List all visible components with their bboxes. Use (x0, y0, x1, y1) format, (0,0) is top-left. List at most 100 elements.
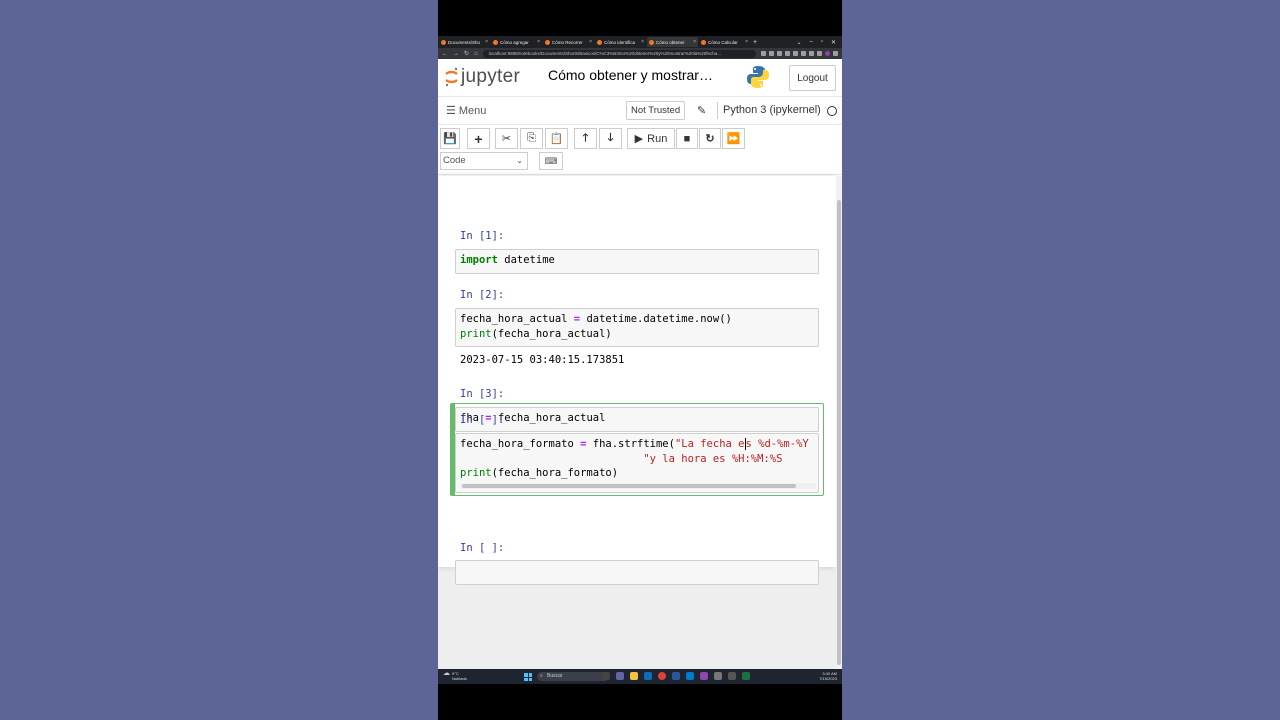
kernel-status-indicator (827, 106, 837, 116)
hamburger-icon: ☰ (446, 105, 456, 117)
sidebar-icon[interactable] (817, 51, 822, 56)
kernel-name[interactable]: Python 3 (ipykernel) (723, 104, 821, 116)
jupyter-logo[interactable]: jupyter (444, 66, 520, 88)
arrow-down-icon: 🡓 (607, 132, 614, 144)
vertical-scrollbar[interactable] (836, 176, 842, 669)
home-icon[interactable]: ⌂ (474, 51, 478, 57)
file-explorer-icon[interactable] (630, 672, 638, 680)
interrupt-button[interactable]: ■ (676, 128, 698, 149)
run-button[interactable]: ▶ Run (627, 128, 675, 149)
notebook-toolbar: 💾 + ✂ ⎘ 📋 🡑 🡓 ▶ Run ■ ↻ ⏩ Code ⌄ ⌨ (438, 125, 842, 175)
close-tab-icon[interactable]: × (485, 39, 488, 45)
code-cell-input[interactable]: fecha_hora_formato = fha.strftime("La fe… (455, 433, 819, 493)
notebook-page: In [1]: import datetime In [2]: fecha_ho… (438, 176, 836, 585)
notebook-title[interactable]: Cómo obtener y mostrar… (548, 67, 713, 83)
paste-icon: 📋 (549, 133, 564, 145)
taskbar-clock[interactable]: 3:40 AM 7/15/2023 (819, 671, 837, 681)
cut-button[interactable]: ✂ (495, 128, 518, 149)
minimize-icon[interactable]: – (809, 39, 812, 46)
extension-icon[interactable] (793, 51, 798, 56)
forward-icon[interactable]: → (453, 51, 459, 57)
windows-taskbar: ☁ 9°C Nublado ⌕ Buscar 3:40 AM 7/15/2023 (438, 669, 842, 684)
taskbar-search[interactable]: ⌕ Buscar (537, 672, 609, 681)
close-tab-icon[interactable]: × (537, 39, 540, 45)
reload-icon[interactable]: ↻ (464, 50, 469, 57)
horizontal-scrollbar[interactable] (460, 483, 816, 489)
extension-icon[interactable] (785, 51, 790, 56)
settings-icon[interactable] (714, 672, 722, 680)
selected-cell[interactable]: In [ ]: fecha_hora_formato = fha.strftim… (450, 403, 824, 496)
restart-run-all-button[interactable]: ⏩ (722, 128, 745, 149)
excel-icon[interactable] (742, 672, 750, 680)
app-icon[interactable] (728, 672, 736, 680)
task-view-icon[interactable] (602, 672, 610, 680)
back-icon[interactable]: ← (442, 51, 448, 57)
profile-avatar-icon[interactable] (825, 51, 830, 56)
bookmark-star-icon[interactable] (777, 51, 782, 56)
cell-prompt: In [2]: (460, 289, 505, 301)
chevron-down-icon[interactable]: ⌄ (796, 39, 801, 46)
close-tab-icon[interactable]: × (641, 39, 644, 45)
cell-output: 2023-07-15 03:40:15.173851 (460, 354, 625, 366)
menu-label: Menu (458, 104, 487, 117)
jupyter-favicon-icon (701, 39, 706, 45)
close-tab-icon[interactable]: × (589, 39, 592, 45)
share-icon[interactable] (769, 51, 774, 56)
menu-button[interactable]: ☰ Menu (446, 104, 487, 118)
code-cell-input[interactable]: fecha_hora_actual = datetime.datetime.no… (455, 308, 819, 347)
browser-tab[interactable]: Documents/Sho × (439, 37, 490, 47)
chrome-icon[interactable] (658, 672, 666, 680)
copy-icon: ⎘ (527, 132, 536, 144)
insert-cell-button[interactable]: + (467, 128, 490, 149)
browser-tab[interactable]: Cómo Recorrer × (543, 37, 594, 47)
search-icon: ⌕ (540, 673, 543, 679)
browser-tab-active[interactable]: Cómo obtener × (647, 37, 698, 47)
restart-button[interactable]: ↻ (699, 128, 721, 149)
divider (717, 102, 718, 119)
maximize-icon[interactable]: ▫ (821, 39, 823, 46)
pencil-icon[interactable]: ✎ (697, 104, 706, 117)
close-window-icon[interactable]: ✕ (831, 39, 836, 46)
mail-icon[interactable] (644, 672, 652, 680)
weather-widget[interactable]: ☁ 9°C Nublado (443, 670, 467, 681)
save-button[interactable]: 💾 (440, 128, 460, 149)
menu-bar: ☰ Menu Not Trusted ✎ Python 3 (ipykernel… (438, 98, 842, 125)
close-tab-icon[interactable]: × (693, 39, 696, 45)
address-bar: ← → ↻ ⌂ localhost:8888/notebooks/Documen… (438, 48, 842, 59)
browser-tab[interactable]: Cómo agregar × (491, 37, 542, 47)
jupyter-logo-text: jupyter (461, 66, 521, 87)
not-trusted-button[interactable]: Not Trusted (626, 101, 686, 120)
code-cell-input-empty[interactable] (455, 560, 819, 585)
move-down-button[interactable]: 🡓 (599, 128, 622, 149)
fast-forward-icon: ⏩ (726, 133, 741, 145)
extension-icon[interactable] (801, 51, 806, 56)
jupyter-favicon-icon (441, 39, 446, 45)
app-icon[interactable] (672, 672, 680, 680)
code-cell-input[interactable]: import datetime (455, 249, 819, 274)
jupyter-logo-icon (445, 67, 458, 87)
url-input[interactable]: localhost:8888/notebooks/Documents/Short… (482, 49, 756, 58)
notebook-area: In [1]: import datetime In [2]: fecha_ho… (438, 176, 842, 669)
zoom-icon[interactable] (761, 51, 766, 56)
browser-tab[interactable]: Cómo identifica × (595, 37, 646, 47)
kebab-menu-icon[interactable] (833, 51, 838, 56)
vscode-icon[interactable] (686, 672, 694, 680)
copy-button[interactable]: ⎘ (520, 128, 543, 149)
app-icon[interactable] (700, 672, 708, 680)
move-up-button[interactable]: 🡑 (574, 128, 597, 149)
chat-icon[interactable] (616, 672, 624, 680)
scrollbar-thumb[interactable] (462, 484, 796, 488)
paste-button[interactable]: 📋 (545, 128, 568, 149)
cell-type-select[interactable]: Code ⌄ (440, 152, 528, 170)
close-tab-icon[interactable]: × (745, 39, 748, 45)
scrollbar-thumb[interactable] (837, 200, 841, 665)
extensions-puzzle-icon[interactable] (809, 51, 814, 56)
browser-tab[interactable]: Cómo Calcular × (699, 37, 750, 47)
new-tab-button[interactable]: + (753, 39, 757, 46)
cell-prompt: In [1]: (460, 230, 505, 242)
command-palette-button[interactable]: ⌨ (539, 152, 563, 170)
python-logo-icon (747, 66, 769, 88)
cloud-icon: ☁ (443, 670, 450, 677)
windows-start-icon[interactable] (524, 673, 532, 681)
logout-button[interactable]: Logout (789, 65, 836, 91)
